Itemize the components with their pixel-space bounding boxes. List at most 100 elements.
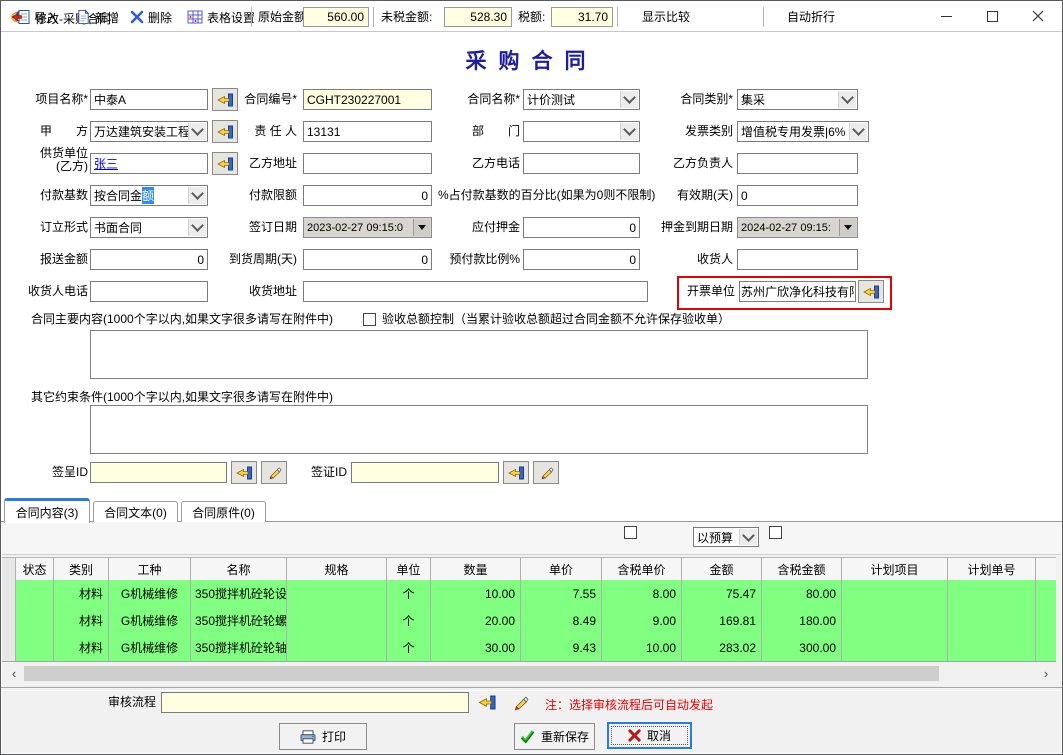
col-header-qty[interactable]: 数量 bbox=[431, 558, 521, 581]
report-amount-input[interactable] bbox=[90, 249, 208, 270]
other-terms-textarea[interactable] bbox=[90, 405, 868, 454]
cell-price-taxed[interactable]: 8.00 bbox=[602, 580, 682, 607]
visa-browse-button[interactable] bbox=[503, 461, 529, 484]
contract-type-select[interactable]: 集采 bbox=[737, 89, 858, 110]
cell-price[interactable]: 9.43 bbox=[521, 634, 602, 661]
dropdown-arrow-icon[interactable] bbox=[839, 219, 856, 236]
col-header-amount-taxed[interactable]: 含税金额 bbox=[762, 558, 842, 581]
table-row[interactable]: 材料 G机械维修 350搅拌机砼轮螺 个 20.00 8.49 9.00 169… bbox=[2, 607, 1056, 635]
cell-amount[interactable]: 75.47 bbox=[682, 580, 762, 607]
table-row[interactable]: 材料 G机械维修 350搅拌机砼轮轴 个 30.00 9.43 10.00 28… bbox=[2, 634, 1056, 662]
cell-amount[interactable]: 283.02 bbox=[682, 634, 762, 661]
review-flow-browse-icon[interactable] bbox=[478, 695, 497, 710]
sign-date-picker[interactable]: 2023-02-27 09:15:0 bbox=[303, 217, 432, 238]
cell-category[interactable]: 材料 bbox=[54, 634, 109, 661]
main-content-textarea[interactable] bbox=[90, 330, 868, 379]
tab-contract-original[interactable]: 合同原件(0) bbox=[181, 501, 266, 522]
contract-name-select[interactable]: 计价测试 bbox=[523, 89, 640, 110]
cell-spec[interactable] bbox=[287, 607, 387, 634]
party-b-address-input[interactable] bbox=[303, 153, 432, 174]
party-b-phone-input[interactable] bbox=[523, 153, 640, 174]
cell-price[interactable]: 7.55 bbox=[521, 580, 602, 607]
cell-plan-no[interactable] bbox=[948, 607, 1036, 634]
cell-name[interactable]: 350搅拌机砼轮设 bbox=[191, 580, 287, 607]
import-button[interactable]: 导入 bbox=[9, 5, 61, 29]
cell-unit[interactable]: 个 bbox=[387, 607, 431, 634]
row-indicator[interactable] bbox=[2, 634, 16, 661]
horizontal-scrollbar[interactable]: ‹ › bbox=[4, 665, 1056, 682]
col-header-amount[interactable]: 金额 bbox=[682, 558, 762, 581]
delivery-days-input[interactable] bbox=[303, 249, 432, 270]
col-header-name[interactable]: 名称 bbox=[191, 558, 287, 581]
invoice-unit-input[interactable] bbox=[739, 281, 856, 302]
cell-unit[interactable]: 个 bbox=[387, 580, 431, 607]
col-header-spec[interactable]: 规格 bbox=[287, 558, 387, 581]
cell-category[interactable]: 材料 bbox=[54, 580, 109, 607]
scroll-right-arrow[interactable]: › bbox=[1038, 665, 1054, 682]
show-compare-checkbox[interactable] bbox=[624, 526, 637, 539]
person-in-charge-input[interactable] bbox=[303, 121, 432, 142]
row-indicator[interactable] bbox=[2, 580, 16, 607]
cell-spec[interactable] bbox=[287, 634, 387, 661]
col-header-category[interactable]: 类别 bbox=[54, 558, 109, 581]
cell-name[interactable]: 350搅拌机砼轮螺 bbox=[191, 607, 287, 634]
cell-amount-taxed[interactable]: 180.00 bbox=[762, 607, 842, 634]
sign-report-edit-button[interactable] bbox=[261, 461, 287, 484]
invoice-unit-browse-button[interactable] bbox=[858, 280, 884, 303]
cell-qty[interactable]: 20.00 bbox=[431, 607, 521, 634]
tab-contract-text[interactable]: 合同文本(0) bbox=[93, 501, 178, 522]
visa-edit-button[interactable] bbox=[533, 461, 559, 484]
cell-name[interactable]: 350搅拌机砼轮轴 bbox=[191, 634, 287, 661]
cell-plan-item[interactable] bbox=[842, 580, 948, 607]
cell-trade[interactable]: G机械维修 bbox=[109, 607, 191, 634]
sign-report-browse-button[interactable] bbox=[231, 461, 257, 484]
col-header-plan-item[interactable]: 计划项目 bbox=[842, 558, 948, 581]
compare-mode-select[interactable]: 以预算 bbox=[693, 527, 759, 547]
resave-button[interactable]: 重新保存 bbox=[514, 723, 595, 750]
cell-status[interactable] bbox=[16, 580, 54, 607]
prepay-percent-input[interactable] bbox=[523, 249, 640, 270]
review-flow-edit-icon[interactable] bbox=[512, 694, 529, 711]
col-header-price-taxed[interactable]: 含税单价 bbox=[602, 558, 682, 581]
cell-price-taxed[interactable]: 10.00 bbox=[602, 634, 682, 661]
review-flow-input[interactable] bbox=[161, 692, 469, 713]
maximize-button[interactable] bbox=[969, 1, 1015, 31]
party-a-select[interactable]: 万达建筑安装工程有 bbox=[90, 121, 208, 142]
visa-id-input[interactable] bbox=[351, 462, 499, 483]
cell-spec[interactable] bbox=[287, 580, 387, 607]
project-name-input[interactable] bbox=[90, 89, 208, 110]
consignee-phone-input[interactable] bbox=[90, 281, 208, 302]
col-header-unit[interactable]: 单位 bbox=[387, 558, 431, 581]
cell-plan-item[interactable] bbox=[842, 607, 948, 634]
cell-unit[interactable]: 个 bbox=[387, 634, 431, 661]
cell-qty[interactable]: 30.00 bbox=[431, 634, 521, 661]
col-header-trade[interactable]: 工种 bbox=[109, 558, 191, 581]
supplier-link[interactable]: 张三 bbox=[94, 155, 118, 172]
close-button[interactable] bbox=[1015, 1, 1061, 31]
col-header-plan-no[interactable]: 计划单号 bbox=[948, 558, 1036, 581]
invoice-type-select[interactable]: 增值税专用发票|6% bbox=[737, 121, 869, 142]
cell-price[interactable]: 8.49 bbox=[521, 607, 602, 634]
cell-trade[interactable]: G机械维修 bbox=[109, 580, 191, 607]
cell-amount-taxed[interactable]: 300.00 bbox=[762, 634, 842, 661]
cell-category[interactable]: 材料 bbox=[54, 607, 109, 634]
table-settings-button[interactable]: 表格设置 bbox=[184, 5, 258, 29]
cell-trade[interactable]: G机械维修 bbox=[109, 634, 191, 661]
cell-price-taxed[interactable]: 9.00 bbox=[602, 607, 682, 634]
dropdown-arrow-icon[interactable] bbox=[413, 219, 430, 236]
scroll-left-arrow[interactable]: ‹ bbox=[6, 665, 22, 682]
minimize-button[interactable] bbox=[923, 1, 969, 31]
consignee-input[interactable] bbox=[737, 249, 858, 270]
cell-plan-no[interactable] bbox=[948, 634, 1036, 661]
col-header-price[interactable]: 单价 bbox=[521, 558, 602, 581]
cell-plan-item[interactable] bbox=[842, 634, 948, 661]
auto-wrap-checkbox[interactable] bbox=[769, 526, 782, 539]
contract-form-select[interactable]: 书面合同 bbox=[90, 217, 208, 238]
cell-amount-taxed[interactable]: 80.00 bbox=[762, 580, 842, 607]
row-indicator[interactable] bbox=[2, 607, 16, 634]
cell-qty[interactable]: 10.00 bbox=[431, 580, 521, 607]
add-button[interactable]: 新增 bbox=[73, 5, 122, 29]
payment-limit-input[interactable] bbox=[303, 185, 432, 206]
party-b-leader-input[interactable] bbox=[737, 153, 858, 174]
tab-contract-content[interactable]: 合同内容(3) bbox=[4, 498, 90, 523]
